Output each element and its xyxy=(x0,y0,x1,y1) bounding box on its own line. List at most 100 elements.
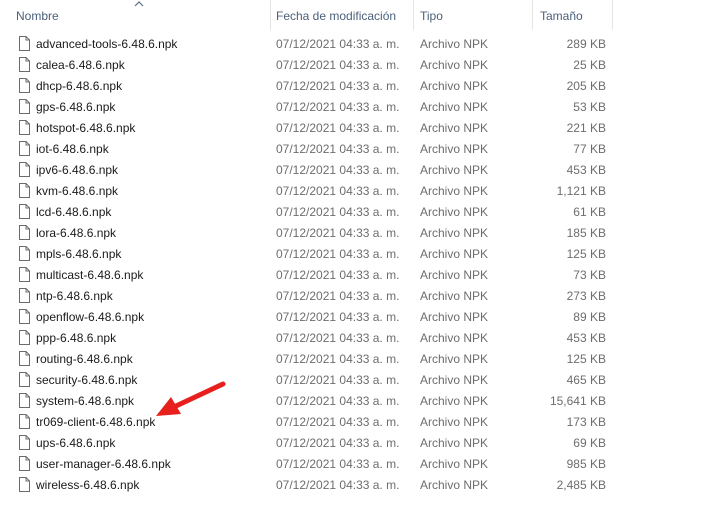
document-icon xyxy=(19,435,30,450)
file-row[interactable]: tr069-client-6.48.6.npk 07/12/2021 04:33 … xyxy=(0,412,705,433)
document-icon xyxy=(19,99,30,114)
file-row[interactable]: ppp-6.48.6.npk 07/12/2021 04:33 a. m. Arch… xyxy=(0,328,705,349)
file-name: lora-6.48.6.npk xyxy=(36,226,117,240)
document-icon xyxy=(19,162,30,177)
file-size: 73 KB xyxy=(573,268,606,282)
column-divider[interactable] xyxy=(612,0,613,30)
file-name: security-6.48.6.npk xyxy=(36,373,138,387)
document-icon xyxy=(19,120,30,135)
file-row[interactable]: lcd-6.48.6.npk 07/12/2021 04:33 a. m. Arch… xyxy=(0,202,705,223)
file-date: 07/12/2021 04:33 a. m. xyxy=(276,310,400,324)
file-type: Archivo NPK xyxy=(420,310,489,324)
file-date: 07/12/2021 04:33 a. m. xyxy=(276,37,400,51)
document-icon xyxy=(19,456,30,471)
file-row[interactable]: system-6.48.6.npk 07/12/2021 04:33 a. m. A… xyxy=(0,391,705,412)
file-row[interactable]: ipv6-6.48.6.npk 07/12/2021 04:33 a. m. Arc… xyxy=(0,160,705,181)
file-date: 07/12/2021 04:33 a. m. xyxy=(276,247,400,261)
document-icon xyxy=(19,330,30,345)
file-date: 07/12/2021 04:33 a. m. xyxy=(276,121,400,135)
column-divider[interactable] xyxy=(413,0,414,30)
file-type: Archivo NPK xyxy=(420,436,489,450)
file-type: Archivo NPK xyxy=(420,289,489,303)
file-date: 07/12/2021 04:33 a. m. xyxy=(276,415,400,429)
file-row[interactable]: kvm-6.48.6.npk 07/12/2021 04:33 a. m. Arch… xyxy=(0,181,705,202)
file-row[interactable]: gps-6.48.6.npk 07/12/2021 04:33 a. m. Arch… xyxy=(0,97,705,118)
file-type: Archivo NPK xyxy=(420,331,489,345)
file-name: kvm-6.48.6.npk xyxy=(36,184,119,198)
document-icon xyxy=(19,246,30,261)
file-type: Archivo NPK xyxy=(420,394,489,408)
file-name: user-manager-6.48.6.npk xyxy=(36,457,171,471)
file-row[interactable]: ups-6.48.6.npk 07/12/2021 04:33 a. m. Arch… xyxy=(0,433,705,454)
file-date: 07/12/2021 04:33 a. m. xyxy=(276,100,400,114)
column-divider[interactable] xyxy=(270,0,271,30)
document-icon xyxy=(19,288,30,303)
file-row[interactable]: hotspot-6.48.6.npk 07/12/2021 04:33 a. m.… xyxy=(0,118,705,139)
file-row[interactable]: lora-6.48.6.npk 07/12/2021 04:33 a. m. Arc… xyxy=(0,223,705,244)
file-size: 185 KB xyxy=(566,226,606,240)
file-size: 53 KB xyxy=(573,100,606,114)
file-size: 125 KB xyxy=(566,352,606,366)
file-size: 125 KB xyxy=(566,247,606,261)
file-size: 173 KB xyxy=(566,415,606,429)
column-header-bar: Nombre Fecha de modificación Tipo Tamaño xyxy=(0,0,705,30)
document-icon xyxy=(19,204,30,219)
file-name: hotspot-6.48.6.npk xyxy=(36,121,136,135)
file-date: 07/12/2021 04:33 a. m. xyxy=(276,436,400,450)
file-name: advanced-tools-6.48.6.npk xyxy=(36,37,178,51)
file-row[interactable]: mpls-6.48.6.npk 07/12/2021 04:33 a. m. Arc… xyxy=(0,244,705,265)
file-type: Archivo NPK xyxy=(420,352,489,366)
file-size: 273 KB xyxy=(566,289,606,303)
file-type: Archivo NPK xyxy=(420,37,489,51)
file-row[interactable]: routing-6.48.6.npk 07/12/2021 04:33 a. m.… xyxy=(0,349,705,370)
file-name: lcd-6.48.6.npk xyxy=(36,205,112,219)
file-type: Archivo NPK xyxy=(420,79,489,93)
column-divider[interactable] xyxy=(532,0,533,30)
column-header-size[interactable]: Tamaño xyxy=(540,0,610,30)
file-name: routing-6.48.6.npk xyxy=(36,352,133,366)
document-icon xyxy=(19,57,30,72)
document-icon xyxy=(19,141,30,156)
file-size: 15,641 KB xyxy=(549,394,606,408)
document-icon xyxy=(19,309,30,324)
file-row[interactable]: security-6.48.6.npk 07/12/2021 04:33 a. m… xyxy=(0,370,705,391)
file-size: 465 KB xyxy=(566,373,606,387)
document-icon xyxy=(19,414,30,429)
file-type: Archivo NPK xyxy=(420,247,489,261)
file-date: 07/12/2021 04:33 a. m. xyxy=(276,331,400,345)
file-row[interactable]: multicast-6.48.6.npk 07/12/2021 04:33 a. … xyxy=(0,265,705,286)
file-type: Archivo NPK xyxy=(420,415,489,429)
file-name: ipv6-6.48.6.npk xyxy=(36,163,119,177)
column-header-type[interactable]: Tipo xyxy=(420,0,525,30)
file-date: 07/12/2021 04:33 a. m. xyxy=(276,163,400,177)
file-row[interactable]: openflow-6.48.6.npk 07/12/2021 04:33 a. m… xyxy=(0,307,705,328)
column-header-date[interactable]: Fecha de modificación xyxy=(276,0,411,30)
document-icon xyxy=(19,477,30,492)
file-date: 07/12/2021 04:33 a. m. xyxy=(276,226,400,240)
document-icon xyxy=(19,267,30,282)
file-date: 07/12/2021 04:33 a. m. xyxy=(276,352,400,366)
file-type: Archivo NPK xyxy=(420,100,489,114)
file-size: 1,121 KB xyxy=(556,184,606,198)
file-name: mpls-6.48.6.npk xyxy=(36,247,122,261)
file-size: 985 KB xyxy=(566,457,606,471)
file-row[interactable]: wireless-6.48.6.npk 07/12/2021 04:33 a. m… xyxy=(0,475,705,496)
file-type: Archivo NPK xyxy=(420,163,489,177)
file-name: wireless-6.48.6.npk xyxy=(36,478,140,492)
file-size: 61 KB xyxy=(573,205,606,219)
file-size: 205 KB xyxy=(566,79,606,93)
file-name: gps-6.48.6.npk xyxy=(36,100,116,114)
file-row[interactable]: dhcp-6.48.6.npk 07/12/2021 04:33 a. m. Arc… xyxy=(0,76,705,97)
file-row[interactable]: user-manager-6.48.6.npk 07/12/2021 04:33 … xyxy=(0,454,705,475)
file-type: Archivo NPK xyxy=(420,268,489,282)
file-name: system-6.48.6.npk xyxy=(36,394,135,408)
file-row[interactable]: advanced-tools-6.48.6.npk 07/12/2021 04:3… xyxy=(0,34,705,55)
sort-ascending-icon xyxy=(134,1,144,7)
document-icon xyxy=(19,393,30,408)
file-date: 07/12/2021 04:33 a. m. xyxy=(276,268,400,282)
file-row[interactable]: ntp-6.48.6.npk 07/12/2021 04:33 a. m. Arch… xyxy=(0,286,705,307)
file-name: ppp-6.48.6.npk xyxy=(36,331,117,345)
file-row[interactable]: calea-6.48.6.npk 07/12/2021 04:33 a. m. Ar… xyxy=(0,55,705,76)
file-row[interactable]: iot-6.48.6.npk 07/12/2021 04:33 a. m. Arch… xyxy=(0,139,705,160)
document-icon xyxy=(19,183,30,198)
